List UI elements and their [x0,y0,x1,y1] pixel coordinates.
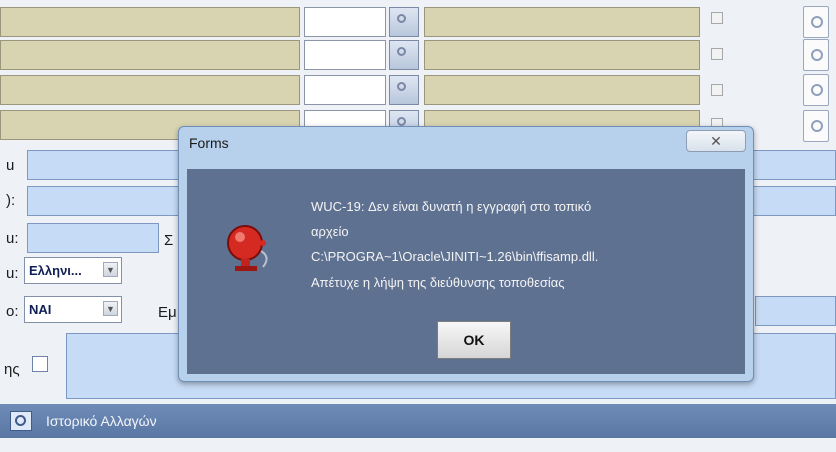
grid-cell-text[interactable] [0,75,300,105]
text-field[interactable] [27,223,159,253]
dialog-body: WUC-19: Δεν είναι δυνατή η εγγραφή στο τ… [187,169,745,374]
chevron-down-icon[interactable]: ▼ [103,301,118,316]
alert-dialog: Forms ✕ WUC-19: Δεν είναι δυνατή η εγγρα… [178,126,754,382]
close-button[interactable]: ✕ [686,130,746,152]
document-icon[interactable] [803,110,829,142]
field-label: o: [6,303,19,320]
history-label: Ιστορικό Αλλαγών [46,413,157,429]
document-icon[interactable] [803,6,829,38]
grid-cell-input[interactable] [304,75,386,105]
message-line: αρχείο [311,224,349,239]
chevron-down-icon[interactable]: ▼ [103,262,118,277]
dialog-title: Forms [189,135,229,151]
alarm-bell-icon [227,225,268,271]
message-line: C:\PROGRA~1\Oracle\JINITI~1.26\bin\ffisa… [311,249,599,264]
close-icon: ✕ [710,133,722,149]
text-field[interactable] [755,296,836,326]
grid-cell-text[interactable] [424,7,700,37]
lov-button[interactable] [389,40,419,70]
language-select[interactable]: Ελληνι... ▼ [24,257,122,284]
lov-button[interactable] [389,7,419,37]
document-icon[interactable] [803,74,829,106]
field-label: Εμ [158,304,177,321]
lov-button[interactable] [389,75,419,105]
ok-button[interactable]: OK [437,321,511,359]
field-label: ης [4,361,20,378]
message-line: Απέτυχε η λήψη της διεύθυνσης τοποθεσίας [311,275,565,290]
yes-no-select[interactable]: ΝΑΙ ▼ [24,296,122,323]
field-label: u: [6,265,19,282]
row-checkbox[interactable] [711,48,723,60]
grid-cell-text[interactable] [0,40,300,70]
field-label: u [6,157,15,174]
grid-cell-input[interactable] [304,7,386,37]
field-label: Σ [164,232,174,249]
grid-cell-text[interactable] [424,75,700,105]
form-checkbox[interactable] [32,356,48,372]
history-icon[interactable] [10,411,32,431]
row-checkbox[interactable] [711,12,723,24]
select-value: ΝΑΙ [29,302,52,317]
row-checkbox[interactable] [711,84,723,96]
document-icon[interactable] [803,39,829,71]
field-label: ): [6,192,16,209]
grid-cell-input[interactable] [304,40,386,70]
grid-cell-text[interactable] [424,40,700,70]
grid-cell-text[interactable] [0,7,300,37]
message-line: WUC-19: Δεν είναι δυνατή η εγγραφή στο τ… [311,199,592,214]
select-value: Ελληνι... [29,263,82,278]
field-label: u: [6,230,19,247]
history-bar[interactable]: Ιστορικό Αλλαγών [0,404,836,438]
